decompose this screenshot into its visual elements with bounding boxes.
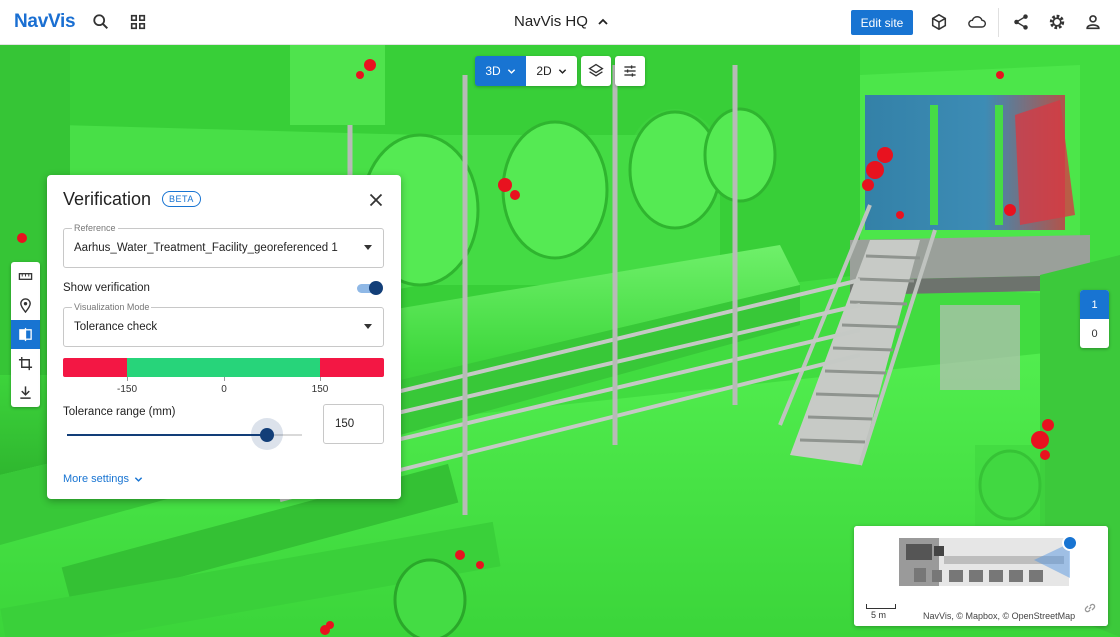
layers-button[interactable]	[581, 56, 611, 86]
reference-value: Aarhus_Water_Treatment_Facility_georefer…	[74, 242, 338, 254]
ruler-icon	[18, 273, 33, 280]
tolerance-slider[interactable]	[67, 418, 302, 450]
chevron-up-icon	[598, 18, 608, 25]
cube-icon[interactable]	[928, 11, 950, 33]
navvis-logo[interactable]: NavVis	[14, 11, 76, 33]
crop-icon	[18, 356, 33, 371]
share-icon[interactable]	[1010, 11, 1032, 33]
dropdown-caret-icon	[364, 324, 372, 329]
minimap[interactable]: 5 m NavVis, © Mapbox, © OpenStreetMap	[854, 526, 1108, 626]
link-icon[interactable]	[1083, 601, 1097, 615]
search-icon[interactable]	[90, 11, 112, 33]
out-of-tolerance-low	[63, 358, 127, 377]
slider-fill	[67, 434, 267, 436]
scale-label: 5 m	[871, 610, 887, 620]
download-tool-button[interactable]	[11, 378, 40, 407]
more-settings-link[interactable]: More settings	[63, 473, 143, 485]
verification-panel: Verification BETA Reference Aarhus_Water…	[47, 175, 401, 499]
reference-select[interactable]: Reference Aarhus_Water_Treatment_Facilit…	[63, 223, 384, 268]
poi-tool-button[interactable]	[11, 291, 40, 320]
visualization-mode-value: Tolerance check	[74, 321, 158, 333]
measure-tool-button[interactable]	[11, 262, 40, 291]
floor-button-1[interactable]: 1	[1080, 290, 1109, 319]
floor-selector: 1 0	[1080, 290, 1109, 348]
left-toolbar	[11, 262, 40, 407]
show-verification-toggle[interactable]	[357, 281, 383, 295]
more-settings-label: More settings	[63, 473, 130, 485]
header-divider	[998, 8, 999, 37]
view-mode-toggle: 3D 2D	[475, 56, 577, 86]
mode-2d-button[interactable]: 2D	[526, 56, 577, 86]
close-icon	[369, 193, 383, 207]
tick-label-min: -150	[116, 384, 138, 395]
tolerance-range-label: Tolerance range (mm)	[63, 406, 176, 418]
user-icon[interactable]	[1082, 11, 1104, 33]
mode-3d-button[interactable]: 3D	[475, 56, 526, 86]
close-button[interactable]	[365, 189, 387, 211]
tick-mark	[127, 377, 128, 381]
mode-3d-label: 3D	[485, 64, 501, 78]
beta-badge: BETA	[162, 191, 201, 207]
tick-label-zero: 0	[221, 384, 227, 395]
slider-thumb[interactable]	[260, 428, 274, 442]
download-icon	[20, 386, 31, 399]
out-of-tolerance-high	[320, 358, 384, 377]
crop-tool-button[interactable]	[11, 349, 40, 378]
toggle-knob	[369, 281, 383, 295]
site-selector[interactable]: NavVis HQ	[514, 13, 609, 30]
apps-grid-icon[interactable]	[127, 11, 149, 33]
dropdown-caret-icon	[364, 245, 372, 250]
map-scale: 5 m	[866, 604, 896, 620]
tolerance-value-input[interactable]	[323, 404, 384, 444]
chevron-down-icon	[134, 476, 143, 482]
chevron-down-icon	[507, 68, 515, 74]
layers-icon	[588, 63, 604, 77]
verification-icon	[19, 327, 32, 342]
mode-2d-label: 2D	[536, 64, 552, 78]
scale-bar	[866, 604, 896, 609]
cloud-icon[interactable]	[964, 11, 990, 33]
site-title: NavVis HQ	[514, 13, 588, 30]
reference-label: Reference	[72, 223, 118, 233]
settings-sliders-button[interactable]	[615, 56, 645, 86]
show-verification-label: Show verification	[63, 282, 150, 294]
edit-site-button[interactable]: Edit site	[851, 10, 913, 35]
view-controls: 3D 2D	[475, 56, 645, 86]
panel-title: Verification	[63, 189, 152, 209]
in-tolerance-range	[127, 358, 320, 377]
verification-tool-button[interactable]	[11, 320, 40, 349]
map-attribution: NavVis, © Mapbox, © OpenStreetMap	[923, 611, 1076, 621]
tolerance-color-bar	[63, 358, 384, 377]
visualization-mode-select[interactable]: Visualization Mode Tolerance check	[63, 302, 384, 347]
tick-label-max: 150	[311, 384, 329, 395]
chevron-down-icon	[558, 68, 566, 74]
tick-mark	[320, 377, 321, 381]
floor-button-0[interactable]: 0	[1080, 319, 1109, 348]
sliders-icon	[624, 65, 636, 77]
location-pin-icon	[20, 298, 31, 313]
gear-icon[interactable]	[1046, 11, 1068, 33]
visualization-mode-label: Visualization Mode	[72, 302, 152, 312]
tick-mark	[224, 377, 225, 381]
top-bar: NavVis NavVis HQ Edit site	[0, 0, 1120, 45]
